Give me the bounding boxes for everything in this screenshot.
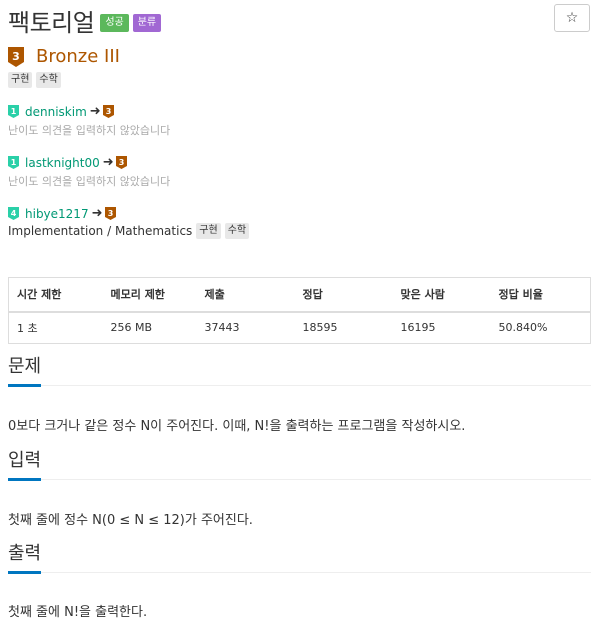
tag-item[interactable]: 구현 [8,72,33,88]
problem-header: 팩토리얼 성공 분류 [8,4,162,37]
column-header: 제출 [196,277,295,313]
contribution-row: 1 denniskim ➜ 3 [8,104,114,119]
column-header: 정답 [294,277,393,313]
arrow-right-icon: ➜ [102,155,114,170]
gold-tier-icon: 1 [8,156,19,169]
tier-name[interactable]: Bronze III [36,46,120,67]
column-header: 정답 비율 [490,277,591,313]
section-title: 입력 [8,450,42,481]
svg-text:3: 3 [107,209,113,218]
svg-text:3: 3 [105,107,111,116]
svg-text:4: 4 [11,209,17,218]
section-title: 문제 [8,356,42,387]
contribution-row: 4 hibye1217 ➜ 3 [8,206,116,221]
star-button[interactable]: ☆ [554,4,590,32]
contribution-row: 1 lastknight00 ➜ 3 [8,155,127,170]
gold-tier-icon: 1 [8,105,19,118]
tier-row: 3 Bronze III [8,46,120,67]
contributor-link[interactable]: hibye1217 [25,207,89,221]
gold-tier-icon: 4 [8,207,19,220]
bronze-tier-icon: 3 [102,105,114,118]
contribution-description: Implementation / Mathematics 구현 수학 [8,223,250,239]
arrow-right-icon: ➜ [91,206,103,221]
table-cell: 256 MB [110,321,153,335]
svg-text:1: 1 [11,107,17,116]
category-label[interactable]: 분류 [132,14,162,32]
input-section-header: 입력 [8,448,591,481]
svg-text:3: 3 [118,158,124,167]
table-cell[interactable]: 37443 [197,312,295,344]
table-header-row: 시간 제한 메모리 제한 제출 정답 맞은 사람 정답 비율 [8,277,591,313]
column-header: 메모리 제한 [102,277,197,313]
page-title: 팩토리얼 [8,8,95,37]
algorithm-tags: 구현 수학 [8,72,61,88]
column-header: 맞은 사람 [392,277,491,313]
arrow-right-icon: ➜ [89,104,101,119]
problem-description: 0보다 크거나 같은 정수 N이 주어진다. 이때, N!을 출력하는 프로그램… [8,419,466,434]
table-cell: 50.840% [498,321,548,335]
output-description: 첫째 줄에 N!을 출력한다. [8,605,148,620]
problem-section-header: 문제 [8,354,591,387]
tag-item[interactable]: 수학 [36,72,61,88]
input-description: 첫째 줄에 정수 N(0 ≤ N ≤ 12)가 주어진다. [8,513,253,528]
table-cell[interactable]: 16195 [393,312,491,344]
output-section-header: 출력 [8,541,591,574]
tier-badge-number: 3 [12,50,20,63]
star-icon: ☆ [565,10,579,26]
table-cell: 1 초 [17,321,38,335]
problem-info-table: 시간 제한 메모리 제한 제출 정답 맞은 사람 정답 비율 1 초 256 M… [8,277,591,344]
contribution-note: 난이도 의견을 입력하지 않았습니다 [8,175,171,188]
table-row: 1 초 256 MB 37443 18595 16195 50.840% [9,312,591,344]
svg-text:1: 1 [11,158,17,167]
section-title: 출력 [8,543,42,574]
contributor-link[interactable]: denniskim [25,105,87,119]
success-label[interactable]: 성공 [100,14,129,32]
table-cell[interactable]: 18595 [295,312,393,344]
bronze-tier-icon: 3 [8,46,24,67]
contribution-note: 난이도 의견을 입력하지 않았습니다 [8,124,171,137]
contribution-text: Implementation / Mathematics [8,224,193,238]
contributor-link[interactable]: lastknight00 [25,156,100,170]
column-header: 시간 제한 [8,277,103,313]
bronze-tier-icon: 3 [115,156,127,169]
tag-item[interactable]: 구현 [196,223,221,239]
tag-item[interactable]: 수학 [224,223,250,239]
bronze-tier-icon: 3 [104,207,116,220]
